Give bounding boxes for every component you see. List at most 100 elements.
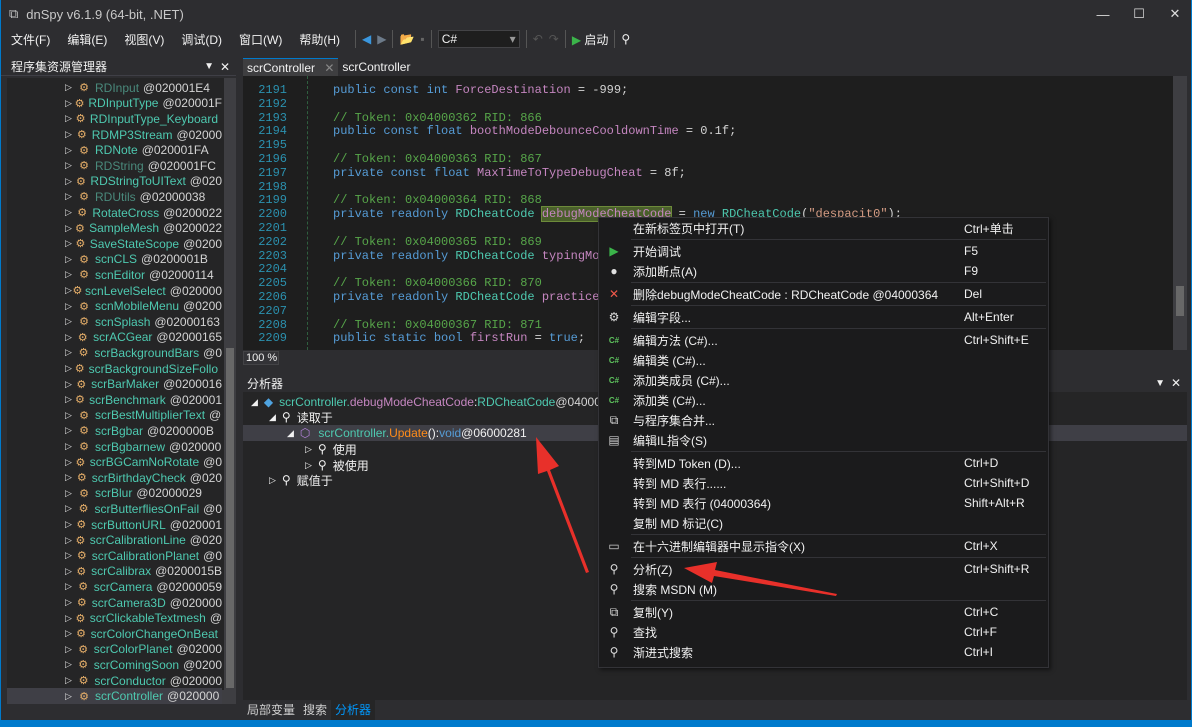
- expand-icon[interactable]: ▷: [65, 223, 73, 234]
- forward-icon[interactable]: ▶: [377, 32, 386, 46]
- expand-icon[interactable]: ▷: [305, 460, 312, 471]
- language-select[interactable]: C#: [437, 30, 520, 48]
- menu-edit[interactable]: 编辑(E): [61, 31, 113, 48]
- tree-item[interactable]: ▷ ⚙ scrButterfliesOnFail @0: [7, 501, 222, 517]
- tree-item[interactable]: ▷ ⚙ scrBestMultiplierText @: [7, 408, 222, 424]
- expand-icon[interactable]: ▷: [65, 394, 73, 405]
- open-icon[interactable]: 📂: [399, 32, 414, 46]
- redo-icon[interactable]: ↷: [549, 32, 559, 46]
- tree-item[interactable]: ▷ ⚙ scrACGear @02000165: [7, 330, 222, 346]
- expand-icon[interactable]: ▷: [65, 285, 72, 296]
- context-menu-item[interactable]: ⚙ 编辑字段... Alt+Enter: [599, 307, 1048, 327]
- tree-item[interactable]: ▷ ⚙ scnMobileMenu @0200: [7, 298, 222, 314]
- expand-icon[interactable]: ▷: [65, 659, 75, 670]
- expand-icon[interactable]: ▷: [65, 566, 74, 577]
- expand-icon[interactable]: ▷: [65, 113, 73, 124]
- expand-icon[interactable]: ▷: [269, 475, 276, 486]
- menu-debug[interactable]: 调试(D): [175, 31, 228, 48]
- tree-item[interactable]: ▷ ⚙ scrCamera @02000059: [7, 579, 222, 595]
- menu-file[interactable]: 文件(F): [5, 31, 56, 48]
- context-menu-item[interactable]: ⧉ 复制(Y) Ctrl+C: [599, 602, 1048, 622]
- expand-icon[interactable]: ▷: [65, 98, 73, 109]
- tab-close-icon[interactable]: ✕: [324, 61, 334, 75]
- tree-item[interactable]: ▷ ⚙ scnLevelSelect @020000: [7, 283, 222, 299]
- expand-icon[interactable]: ▷: [65, 503, 75, 514]
- minimize-button[interactable]: —: [1085, 0, 1121, 28]
- expand-icon[interactable]: ▷: [65, 691, 75, 702]
- panel-close-icon[interactable]: ✕: [1171, 376, 1181, 390]
- expand-icon[interactable]: ▷: [65, 519, 74, 530]
- tree-scrollbar[interactable]: [224, 78, 236, 704]
- expand-icon[interactable]: ▷: [65, 363, 73, 374]
- expand-icon[interactable]: ▷: [65, 160, 75, 171]
- expand-icon[interactable]: ▷: [65, 410, 75, 421]
- expand-icon[interactable]: ▷: [65, 129, 74, 140]
- tab-locals[interactable]: 局部变量: [243, 700, 299, 720]
- tree-item[interactable]: ▷ ⚙ scrBGCamNoRotate @0: [7, 454, 222, 470]
- tree-item[interactable]: ▷ ⚙ scnEditor @02000114: [7, 267, 222, 283]
- panel-close-icon[interactable]: ✕: [220, 60, 230, 74]
- tree-item[interactable]: ▷ ⚙ scrBarMaker @0200016: [7, 376, 222, 392]
- tree-item[interactable]: ▷ ⚙ scrCalibrationLine @020: [7, 532, 222, 548]
- tree-item[interactable]: ▷ ⚙ scrColorChangeOnBeat: [7, 626, 222, 642]
- tree-item[interactable]: ▷ ⚙ scrCalibrax @0200015B: [7, 564, 222, 580]
- context-menu-item[interactable]: C# 编辑方法 (C#)... Ctrl+Shift+E: [599, 330, 1048, 350]
- tree-item[interactable]: ▷ ⚙ scrController @020000: [7, 688, 222, 704]
- context-menu-item[interactable]: ▶ 开始调试 F5: [599, 241, 1048, 261]
- tree-item[interactable]: ▷ ⚙ scrCamera3D @020000: [7, 595, 222, 611]
- context-menu-item[interactable]: ⚲ 渐进式搜索 Ctrl+I: [599, 642, 1048, 662]
- expand-icon[interactable]: ▷: [65, 207, 74, 218]
- expand-icon[interactable]: ▷: [65, 316, 75, 327]
- context-menu-item[interactable]: ⚲ 查找 Ctrl+F: [599, 622, 1048, 642]
- panel-menu-icon[interactable]: ▼: [1155, 378, 1165, 389]
- context-menu-item[interactable]: ⚲ 分析(Z) Ctrl+Shift+R: [599, 559, 1048, 579]
- expand-icon[interactable]: ▷: [65, 332, 74, 343]
- tree-item[interactable]: ▷ ⚙ scrButtonURL @020001: [7, 517, 222, 533]
- tree-item[interactable]: ▷ ⚙ scrColorPlanet @02000: [7, 642, 222, 658]
- expand-icon[interactable]: ▷: [65, 457, 73, 468]
- expand-icon[interactable]: ▷: [65, 301, 75, 312]
- context-menu-item[interactable]: C# 添加类成员 (C#)...: [599, 370, 1048, 390]
- tab-search[interactable]: 搜索: [299, 700, 331, 720]
- expand-icon[interactable]: ▷: [65, 441, 75, 452]
- editor-scrollbar[interactable]: [1173, 76, 1187, 350]
- context-menu-item[interactable]: C# 添加类 (C#)...: [599, 390, 1048, 410]
- context-menu-item[interactable]: 转到 MD 表行 (04000364) Shift+Alt+R: [599, 493, 1048, 513]
- expand-icon[interactable]: ▷: [65, 82, 75, 93]
- tab-analyzer[interactable]: 分析器: [331, 700, 376, 720]
- tree-item[interactable]: ▷ ⚙ RDInputType @020001F: [7, 96, 222, 112]
- context-menu-item[interactable]: 在新标签页中打开(T) Ctrl+单击: [599, 218, 1048, 238]
- collapse-icon[interactable]: ◢: [269, 412, 276, 423]
- expand-icon[interactable]: ▷: [65, 269, 75, 280]
- context-menu-item[interactable]: 转到MD Token (D)... Ctrl+D: [599, 453, 1048, 473]
- tree-item[interactable]: ▷ ⚙ RotateCross @0200022: [7, 205, 222, 221]
- expand-icon[interactable]: ▷: [65, 597, 74, 608]
- tree-item[interactable]: ▷ ⚙ RDMP3Stream @02000: [7, 127, 222, 143]
- context-menu-item[interactable]: ▤ 编辑IL指令(S): [599, 430, 1048, 450]
- expand-icon[interactable]: ▷: [65, 550, 74, 561]
- tab-scrcontroller[interactable]: scrController: [338, 58, 414, 76]
- menu-window[interactable]: 窗口(W): [233, 31, 288, 48]
- tree-item[interactable]: ▷ ⚙ scrConductor @020000: [7, 673, 222, 689]
- zoom-level[interactable]: 100 %: [243, 351, 279, 365]
- tree-item[interactable]: ▷ ⚙ scrBenchmark @020001: [7, 392, 222, 408]
- expand-icon[interactable]: ▷: [65, 535, 73, 546]
- expand-icon[interactable]: ▷: [65, 628, 73, 639]
- undo-icon[interactable]: ↶: [533, 32, 543, 46]
- expand-icon[interactable]: ▷: [65, 675, 75, 686]
- expand-icon[interactable]: ▷: [65, 472, 74, 483]
- tree-item[interactable]: ▷ ⚙ scrBgbarnew @020000: [7, 439, 222, 455]
- expand-icon[interactable]: ▷: [305, 444, 312, 455]
- expand-icon[interactable]: ▷: [65, 581, 75, 592]
- tab-scrcontroller-active[interactable]: scrController ✕: [243, 58, 339, 76]
- tree-item[interactable]: ▷ ⚙ RDNote @020001FA: [7, 142, 222, 158]
- tree-item[interactable]: ▷ ⚙ RDString @020001FC: [7, 158, 222, 174]
- tree-item[interactable]: ▷ ⚙ RDStringToUIText @020: [7, 174, 222, 190]
- tree-item[interactable]: ▷ ⚙ RDInputType_Keyboard: [7, 111, 222, 127]
- tree-item[interactable]: ▷ ⚙ scrBgbar @0200000B: [7, 423, 222, 439]
- menu-view[interactable]: 视图(V): [118, 31, 170, 48]
- context-menu-item[interactable]: 复制 MD 标记(C): [599, 513, 1048, 533]
- tree-item[interactable]: ▷ ⚙ RDUtils @02000038: [7, 189, 222, 205]
- expand-icon[interactable]: ▷: [65, 238, 73, 249]
- expand-icon[interactable]: ▷: [65, 644, 75, 655]
